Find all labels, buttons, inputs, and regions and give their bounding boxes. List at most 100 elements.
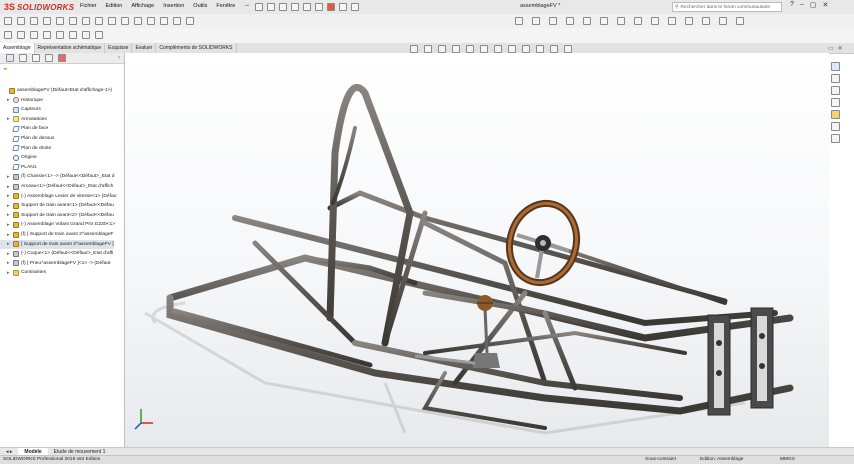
take-snapshot-icon[interactable] (186, 17, 194, 25)
tree-item[interactable]: Plan de dessus (0, 134, 54, 143)
toolbar-rotate-icon[interactable] (69, 31, 77, 39)
section-properties-icon[interactable] (600, 17, 608, 25)
help-button[interactable]: ? (790, 1, 794, 9)
expand-arrow-icon[interactable]: ▸ (7, 270, 11, 276)
tree-item[interactable]: ▸ Historique (0, 96, 43, 105)
smart-fasteners-icon[interactable] (56, 17, 64, 25)
view-settings-icon[interactable] (550, 45, 558, 53)
hide-show-items-icon[interactable] (508, 45, 516, 53)
pin-icon[interactable]: ⊸ (244, 3, 249, 9)
menu-affichage[interactable]: Affichage (131, 3, 154, 9)
expand-arrow-icon[interactable]: ▸ (7, 116, 11, 122)
tree-item[interactable]: Origine (0, 153, 37, 162)
display-manager-tab-icon[interactable] (58, 54, 66, 62)
insert-component-icon[interactable] (4, 17, 12, 25)
move-component-icon[interactable] (69, 17, 77, 25)
tab-evaluer[interactable]: Evaluer (132, 43, 157, 53)
mate-icon[interactable] (17, 17, 25, 25)
property-manager-tab-icon[interactable] (19, 54, 27, 62)
tree-item[interactable]: ▸ (f) [ Support de train avant 2^assembla… (0, 230, 114, 239)
tree-item[interactable]: ▸ Support de train avant<2> (Défaut<<Défa… (0, 211, 114, 220)
expand-arrow-icon[interactable]: ▸ (7, 251, 11, 257)
new-motion-study-icon[interactable] (121, 17, 129, 25)
undo-icon[interactable] (303, 3, 311, 11)
tree-item[interactable]: ▸ Contraintes (0, 268, 46, 277)
toolbar-assembly-icon[interactable] (17, 31, 25, 39)
linear-pattern-icon[interactable] (43, 17, 51, 25)
component-preview-icon[interactable] (30, 17, 38, 25)
appearances-icon[interactable] (830, 110, 840, 119)
view-orientation-icon[interactable] (480, 45, 488, 53)
tree-item[interactable]: ▸ [ Support de train avant 2^assemblageFV… (0, 239, 114, 249)
solidworks-logo[interactable]: 3S SOLIDWORKS (4, 2, 74, 12)
toolbar-move-icon[interactable] (56, 31, 64, 39)
tree-item[interactable]: Capteurs (0, 105, 41, 114)
restore-button[interactable]: ▢ (810, 1, 817, 9)
custom-properties-icon[interactable] (830, 122, 840, 131)
display-style-icon[interactable] (494, 45, 502, 53)
toolbar-pattern-icon[interactable] (30, 31, 38, 39)
toolbar-view-icon[interactable] (95, 31, 103, 39)
exploded-view-icon[interactable] (147, 17, 155, 25)
show-hidden-icon[interactable] (82, 17, 90, 25)
expand-arrow-icon[interactable]: ▸ (7, 241, 11, 247)
filter-icon[interactable]: ⏷ (3, 67, 8, 74)
solidworks-resources-icon[interactable] (830, 62, 840, 71)
display-pane-icon[interactable] (564, 45, 572, 53)
viewport-restore-icon[interactable]: ▭ (828, 45, 834, 52)
tab-complements[interactable]: Compléments de SOLIDWORKS (156, 43, 237, 53)
apply-scene-icon[interactable] (536, 45, 544, 53)
minimize-button[interactable]: – (800, 1, 804, 9)
tree-root-assembly[interactable]: assemblageFV (Défaut<Etat d'affichage-1>… (0, 86, 112, 95)
tab-esquisse[interactable]: Esquisse (105, 43, 133, 53)
clearance-icon[interactable] (532, 17, 540, 25)
zoom-to-fit-icon[interactable] (410, 45, 418, 53)
update-speedpak-icon[interactable] (173, 17, 181, 25)
measure-icon[interactable] (566, 17, 574, 25)
dimxpert-tab-icon[interactable] (45, 54, 53, 62)
assembly-features-icon[interactable] (95, 17, 103, 25)
tree-item[interactable]: Plan de face (0, 124, 48, 133)
expand-arrow-icon[interactable]: ▸ (7, 222, 11, 228)
expand-arrow-icon[interactable]: ▸ (7, 97, 11, 103)
graphics-viewport[interactable] (125, 53, 829, 447)
expand-arrow-icon[interactable]: ▸ (7, 193, 11, 199)
tree-item[interactable]: Plan de droite (0, 144, 51, 153)
draft-analysis-icon[interactable] (702, 17, 710, 25)
print-icon[interactable] (291, 3, 299, 11)
expand-panel-icon[interactable]: › (118, 55, 120, 61)
edit-appearance-icon[interactable] (522, 45, 530, 53)
tree-item[interactable]: ▸ (-) Coque<1> (Défaut<<Défaut>_Etat d'af… (0, 249, 113, 258)
tree-item[interactable]: ▸ (f) Chassis<1> -> (Défaut<<Défaut>_Etat… (0, 172, 115, 181)
menu-insertion[interactable]: Insertion (163, 3, 184, 9)
check-icon[interactable] (651, 17, 659, 25)
performance-icon[interactable] (634, 17, 642, 25)
zebra-icon[interactable] (685, 17, 693, 25)
tree-item[interactable]: ▸ (-) Assemblage Levier de vitesse<1> (Dé… (0, 192, 116, 201)
configuration-manager-tab-icon[interactable] (32, 54, 40, 62)
open-icon[interactable] (267, 3, 275, 11)
menu-fichier[interactable]: Fichier (80, 3, 97, 9)
select-icon[interactable] (315, 3, 323, 11)
toolbar-insert-icon[interactable] (4, 31, 12, 39)
expand-arrow-icon[interactable]: ▸ (7, 184, 11, 190)
chassis-frame[interactable] (166, 84, 794, 430)
tree-item[interactable]: ▸ (f) [ Pneu^assemblageFV ]<1> -> (Défaut (0, 259, 110, 268)
dynamic-annotation-icon[interactable] (466, 45, 474, 53)
save-icon[interactable] (279, 3, 287, 11)
tree-item[interactable]: PLAN1 (0, 163, 37, 172)
expand-arrow-icon[interactable]: ▸ (7, 260, 11, 266)
tab-representation-schematique[interactable]: Représentation schématique (35, 43, 106, 53)
mass-properties-icon[interactable] (583, 17, 591, 25)
file-properties-icon[interactable] (339, 3, 347, 11)
design-library-icon[interactable] (830, 74, 840, 83)
hole-alignment-icon[interactable] (549, 17, 557, 25)
sensor-icon[interactable] (617, 17, 625, 25)
forum-icon[interactable] (830, 134, 840, 143)
curvature-icon[interactable] (668, 17, 676, 25)
new-document-icon[interactable] (255, 3, 263, 11)
previous-view-icon[interactable] (438, 45, 446, 53)
feature-manager-tab-icon[interactable] (6, 54, 14, 62)
symmetry-icon[interactable] (719, 17, 727, 25)
edit-sketch-icon[interactable] (736, 17, 744, 25)
